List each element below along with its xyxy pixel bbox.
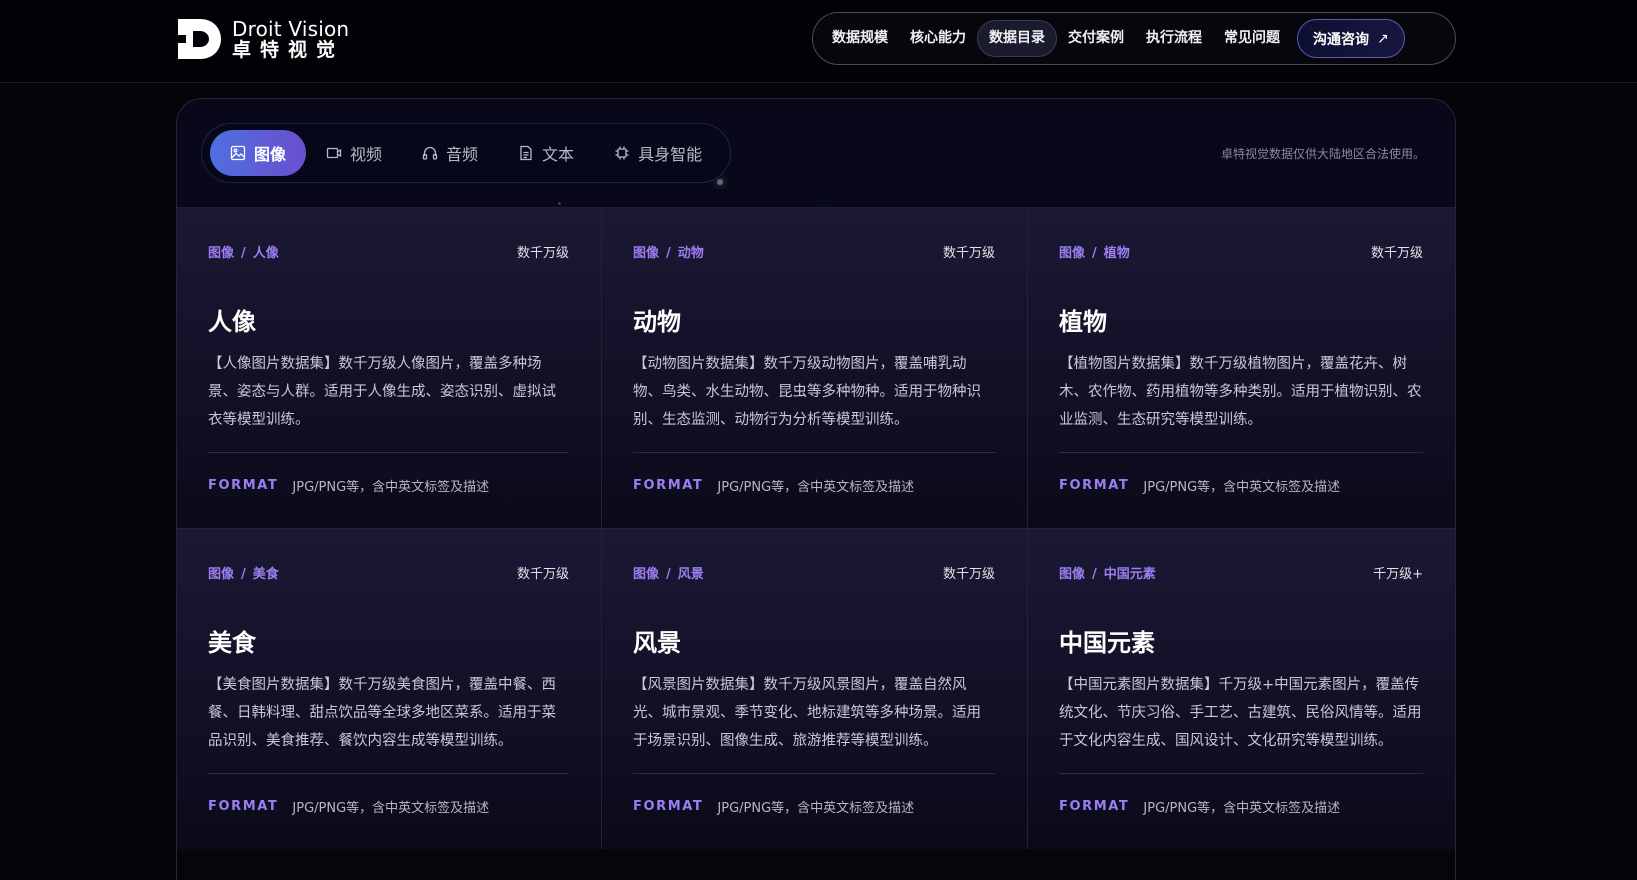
card-format: FORMAT JPG/PNG等，含中英文标签及描述: [1059, 476, 1340, 495]
format-value: JPG/PNG等，含中英文标签及描述: [717, 480, 915, 495]
tab-video[interactable]: 视频: [306, 130, 402, 176]
card-scale: 千万级+: [1373, 566, 1423, 582]
format-label: FORMAT: [208, 478, 279, 493]
format-label: FORMAT: [208, 799, 279, 814]
card-breadcrumb: 图像 / 植物: [1059, 245, 1130, 261]
card-breadcrumb: 图像 / 动物: [633, 245, 704, 261]
headphones-icon: [422, 145, 438, 161]
nav-item-capabilities[interactable]: 核心能力: [899, 20, 977, 57]
card-title: 人像: [208, 308, 256, 336]
card-divider: [208, 773, 569, 774]
brand-name-cn: 卓特视觉: [232, 38, 345, 61]
card-scale: 数千万级: [1370, 245, 1423, 261]
card-scale: 数千万级: [516, 566, 569, 582]
nav-item-catalog[interactable]: 数据目录: [977, 20, 1057, 57]
card-divider: [633, 773, 995, 774]
card-format: FORMAT JPG/PNG等，含中英文标签及描述: [633, 476, 914, 495]
consult-button-label: 沟通咨询: [1313, 31, 1369, 48]
nav-item-scale[interactable]: 数据规模: [821, 20, 899, 57]
card-divider: [1059, 452, 1423, 453]
dataset-card-landscape[interactable]: 图像 / 风景 数千万级 风景 【风景图片数据集】数千万级风景图片，覆盖自然风光、城…: [602, 529, 1028, 850]
brand-logo[interactable]: Droit Vision 卓特视觉: [176, 17, 349, 61]
format-label: FORMAT: [633, 799, 704, 814]
card-divider: [208, 452, 569, 453]
nav-item-cases[interactable]: 交付案例: [1057, 20, 1135, 57]
brand-name-en: Droit Vision: [232, 16, 350, 41]
nav-item-faq[interactable]: 常见问题: [1213, 20, 1291, 57]
format-value: JPG/PNG等，含中英文标签及描述: [292, 801, 490, 816]
data-catalog-panel: 图像 视频 音频 文本 具身智能 卓特视觉数据仅供大陆地区合法使用。 图像 / …: [176, 98, 1456, 880]
dataset-card-animal[interactable]: 图像 / 动物 数千万级 动物 【动物图片数据集】数千万级动物图片，覆盖哺乳动物、鸟…: [602, 208, 1028, 529]
tab-label: 视频: [350, 145, 383, 164]
dataset-card-portrait[interactable]: 图像 / 人像 数千万级 人像 【人像图片数据集】数千万级人像图片，覆盖多种场景、姿…: [177, 208, 602, 529]
card-description: 【植物图片数据集】数千万级植物图片，覆盖花卉、树木、农作物、药用植物等多种类别。…: [1059, 356, 1422, 428]
dataset-card-chinese-elements[interactable]: 图像 / 中国元素 千万级+ 中国元素 【中国元素图片数据集】千万级+中国元素图片，…: [1028, 529, 1455, 850]
category-tabs: 图像 视频 音频 文本 具身智能: [201, 123, 732, 183]
usage-notice: 卓特视觉数据仅供大陆地区合法使用。: [1220, 147, 1425, 161]
card-description: 【中国元素图片数据集】千万级+中国元素图片，覆盖传统文化、节庆习俗、手工艺、古建…: [1059, 677, 1422, 749]
card-format: FORMAT JPG/PNG等，含中英文标签及描述: [208, 476, 489, 495]
format-value: JPG/PNG等，含中英文标签及描述: [1143, 480, 1341, 495]
card-breadcrumb: 图像 / 人像: [208, 245, 279, 261]
glow-dot: [558, 202, 561, 205]
card-divider: [633, 452, 995, 453]
card-title: 风景: [633, 629, 681, 657]
tab-label: 具身智能: [638, 145, 703, 164]
droit-logo-icon: [178, 19, 221, 59]
card-description: 【美食图片数据集】数千万级美食图片，覆盖中餐、西餐、日韩料理、甜点饮品等全球多地…: [208, 677, 556, 749]
arrow-up-right-icon: ↗: [1377, 30, 1389, 47]
tab-text[interactable]: 文本: [498, 130, 594, 176]
video-icon: [326, 145, 342, 161]
next-row-edge: [177, 849, 1455, 880]
image-icon: [230, 145, 246, 161]
card-format: FORMAT JPG/PNG等，含中英文标签及描述: [208, 797, 489, 816]
card-breadcrumb: 图像 / 美食: [208, 566, 279, 582]
card-format: FORMAT JPG/PNG等，含中英文标签及描述: [1059, 797, 1340, 816]
card-divider: [1059, 773, 1423, 774]
tab-embodied-ai[interactable]: 具身智能: [594, 130, 722, 176]
format-value: JPG/PNG等，含中英文标签及描述: [717, 801, 915, 816]
chip-icon: [614, 145, 630, 161]
card-format: FORMAT JPG/PNG等，含中英文标签及描述: [633, 797, 914, 816]
format-value: JPG/PNG等，含中英文标签及描述: [292, 480, 490, 495]
tab-label: 文本: [542, 145, 575, 164]
card-breadcrumb: 图像 / 中国元素: [1059, 566, 1156, 582]
main-nav: 数据规模 核心能力 数据目录 交付案例 执行流程 常见问题 沟通咨询 ↗: [812, 12, 1456, 65]
format-label: FORMAT: [1059, 799, 1130, 814]
glow-dot: [717, 179, 723, 185]
dataset-card-food[interactable]: 图像 / 美食 数千万级 美食 【美食图片数据集】数千万级美食图片，覆盖中餐、西餐、…: [177, 529, 602, 850]
format-label: FORMAT: [633, 478, 704, 493]
consult-button[interactable]: 沟通咨询 ↗: [1297, 19, 1405, 58]
dataset-grid: 图像 / 人像 数千万级 人像 【人像图片数据集】数千万级人像图片，覆盖多种场景、姿…: [177, 207, 1455, 850]
dataset-card-plant[interactable]: 图像 / 植物 数千万级 植物 【植物图片数据集】数千万级植物图片，覆盖花卉、树木、…: [1028, 208, 1455, 529]
card-scale: 数千万级: [516, 245, 569, 261]
card-title: 中国元素: [1059, 629, 1155, 657]
nav-item-process[interactable]: 执行流程: [1135, 20, 1213, 57]
card-scale: 数千万级: [942, 566, 995, 582]
card-description: 【动物图片数据集】数千万级动物图片，覆盖哺乳动物、鸟类、水生动物、昆虫等多种物种…: [633, 356, 981, 428]
site-header: Droit Vision 卓特视觉 数据规模 核心能力 数据目录 交付案例 执行…: [0, 0, 1637, 83]
tab-label: 图像: [254, 145, 287, 164]
card-scale: 数千万级: [942, 245, 995, 261]
card-title: 动物: [633, 308, 681, 336]
card-title: 美食: [208, 629, 256, 657]
card-description: 【人像图片数据集】数千万级人像图片，覆盖多种场景、姿态与人群。适用于人像生成、姿…: [208, 356, 556, 428]
tab-image[interactable]: 图像: [210, 130, 307, 176]
card-title: 植物: [1059, 308, 1107, 336]
card-description: 【风景图片数据集】数千万级风景图片，覆盖自然风光、城市景观、季节变化、地标建筑等…: [633, 677, 981, 749]
format-value: JPG/PNG等，含中英文标签及描述: [1143, 801, 1341, 816]
tab-audio[interactable]: 音频: [402, 130, 498, 176]
tab-label: 音频: [446, 145, 479, 164]
document-icon: [518, 145, 534, 161]
card-breadcrumb: 图像 / 风景: [633, 566, 704, 582]
format-label: FORMAT: [1059, 478, 1130, 493]
